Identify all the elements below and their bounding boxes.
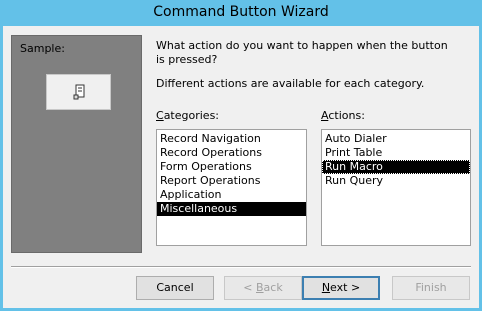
button-separator bbox=[11, 266, 471, 268]
category-item-miscellaneous[interactable]: Miscellaneous bbox=[157, 202, 306, 216]
categories-label-mnemonic: C bbox=[156, 109, 164, 122]
run-macro-icon bbox=[73, 84, 85, 100]
category-info: Different actions are available for each… bbox=[156, 77, 425, 90]
back-button-prefix: < bbox=[243, 281, 256, 294]
action-item-run-query[interactable]: Run Query bbox=[322, 174, 470, 188]
category-item-application[interactable]: Application bbox=[157, 188, 306, 202]
action-item-print-table[interactable]: Print Table bbox=[322, 146, 470, 160]
sample-button-preview bbox=[46, 74, 111, 110]
actions-listbox[interactable]: Auto Dialer Print Table Run Macro Run Qu… bbox=[321, 129, 471, 246]
back-button-mnemonic: B bbox=[256, 281, 264, 294]
actions-label: Actions: bbox=[321, 109, 365, 122]
back-button[interactable]: < Back bbox=[224, 276, 302, 300]
sample-label: Sample: bbox=[20, 42, 65, 55]
action-item-auto-dialer[interactable]: Auto Dialer bbox=[322, 132, 470, 146]
cancel-button[interactable]: Cancel bbox=[136, 276, 214, 300]
categories-listbox[interactable]: Record Navigation Record Operations Form… bbox=[156, 129, 307, 246]
action-question: What action do you want to happen when t… bbox=[156, 39, 448, 66]
category-item-report-operations[interactable]: Report Operations bbox=[157, 174, 306, 188]
category-item-form-operations[interactable]: Form Operations bbox=[157, 160, 306, 174]
next-button-rest: ext > bbox=[330, 281, 361, 294]
window-frame-left bbox=[0, 26, 3, 311]
actions-label-rest: ctions: bbox=[328, 109, 365, 122]
finish-button[interactable]: Finish bbox=[392, 276, 470, 300]
categories-label-rest: ategories: bbox=[163, 109, 220, 122]
categories-label: Categories: bbox=[156, 109, 219, 122]
sample-panel: Sample: bbox=[11, 35, 142, 253]
title-bar: Command Button Wizard bbox=[0, 0, 482, 26]
category-item-record-navigation[interactable]: Record Navigation bbox=[157, 132, 306, 146]
window-title: Command Button Wizard bbox=[153, 4, 329, 20]
back-button-rest: ack bbox=[263, 281, 283, 294]
action-item-run-macro[interactable]: Run Macro bbox=[322, 160, 470, 174]
next-button[interactable]: Next > bbox=[302, 276, 380, 300]
category-item-record-operations[interactable]: Record Operations bbox=[157, 146, 306, 160]
next-button-mnemonic: N bbox=[321, 281, 331, 294]
